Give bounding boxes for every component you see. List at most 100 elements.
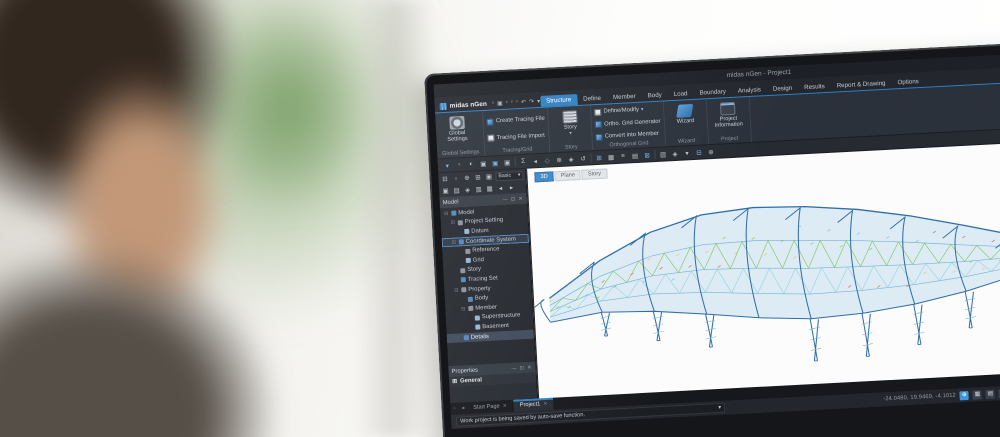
import-file-icon: [487, 134, 495, 143]
tab-design[interactable]: Design: [767, 82, 799, 95]
button-label: Wizard: [676, 117, 695, 125]
view-tab-story[interactable]: Story: [581, 168, 608, 180]
point-snap-icon[interactable]: ▤: [985, 389, 996, 399]
tab-member[interactable]: Member: [607, 91, 642, 104]
panel-toolbar-icon[interactable]: ◂: [496, 183, 506, 193]
define-modify-icon: [594, 108, 602, 116]
tab-report-drawing[interactable]: Report & Drawing: [830, 78, 891, 92]
save-icon[interactable]: ▫: [505, 100, 508, 107]
tab-results[interactable]: Results: [798, 81, 831, 94]
toolbar-icon[interactable]: ▦: [606, 152, 616, 162]
undo-icon[interactable]: ↶: [521, 99, 526, 106]
toolbar-icon[interactable]: ▫: [455, 160, 465, 170]
toolbar-icon[interactable]: ⊞: [594, 152, 604, 162]
print-icon[interactable]: ▫: [511, 99, 514, 106]
toolbar-icon[interactable]: ◈: [566, 154, 576, 164]
ribbon-group-wizard: Wizard Wizard: [663, 99, 709, 147]
close-icon[interactable]: ✕: [503, 403, 508, 409]
tab-structure[interactable]: Structure: [539, 94, 578, 107]
panel-toolbar-icon[interactable]: ▣: [441, 186, 451, 196]
status-message: Work project is being saved by auto-save…: [460, 412, 586, 425]
tab-label: Start Page: [473, 403, 500, 411]
toolbar-icon[interactable]: ▣: [490, 158, 500, 168]
toolbar-icon[interactable]: ⊟: [694, 147, 704, 157]
midas-logo-icon: [439, 102, 447, 111]
toolbar-icon[interactable]: ⊕: [554, 154, 564, 164]
quick-access-toolbar: ▫ ▣ ▫ ▫ ▫ ↶ ↷ ▾: [492, 98, 541, 110]
panel-pin-icons[interactable]: — ⊡ ✕: [502, 195, 523, 202]
plant-foliage-dark: [205, 0, 375, 210]
project-info-icon: [720, 101, 736, 116]
selection-set-dropdown[interactable]: Basic ▾: [495, 170, 524, 181]
panel-title: Properties: [451, 367, 479, 375]
panel-toolbar-icon[interactable]: ▤: [452, 185, 462, 195]
ortho-grid-generator-button[interactable]: Ortho. Grid Generator: [594, 118, 661, 129]
toolbar-icon[interactable]: ▾: [443, 160, 453, 170]
wizard-button[interactable]: Wizard: [667, 101, 705, 138]
project-information-button[interactable]: Project Information: [709, 99, 747, 136]
toolbar-icon[interactable]: ▣: [502, 157, 512, 167]
chevron-down-icon: ▾: [640, 106, 644, 113]
button-label: Global Settings: [447, 129, 468, 144]
gear-icon: [448, 115, 465, 130]
create-tracing-file-button[interactable]: Create Tracing File: [486, 115, 545, 126]
tracing-file-import-button[interactable]: Tracing File Import: [487, 132, 546, 143]
tab-define[interactable]: Define: [577, 92, 607, 105]
toolbar-icon[interactable]: ⊠: [642, 150, 652, 160]
story-icon: [561, 110, 578, 124]
wall-shadow: [355, 0, 435, 437]
panel-toolbar-icon[interactable]: ⊟: [440, 174, 450, 184]
toolbar-icon[interactable]: ▥: [658, 149, 668, 159]
toolbar-icon[interactable]: ◈: [670, 148, 680, 158]
panel-pin-icons[interactable]: — ⊡ ✕: [511, 364, 532, 371]
toolbar-icon[interactable]: ◇: [542, 155, 552, 165]
window-title: midas nGen - Project1: [726, 68, 792, 80]
tab-analysis[interactable]: Analysis: [732, 84, 768, 97]
panel-toolbar-icon[interactable]: ▦: [485, 183, 495, 193]
toolbar-icon[interactable]: ≡: [618, 151, 628, 161]
toolbar-icon[interactable]: ◐: [467, 159, 477, 169]
left-panel: ⊟ ▫ ⊕ ⊞ ▣ Basic ▾ ▣ ▤ ◈ ▥ ▦ ◂ ▸ Model — ⊡ ✕ ⊟ Model…: [438, 168, 539, 404]
toolbar-icon[interactable]: ▣: [479, 158, 489, 168]
tab-label: Project1: [519, 401, 541, 409]
toolbar-icon[interactable]: ◂: [530, 156, 540, 166]
new-file-icon[interactable]: ▫: [492, 100, 495, 107]
panel-toolbar-icon[interactable]: ⊞: [473, 172, 483, 182]
ribbon-group-project: Project Information Project: [706, 97, 752, 145]
panel-toolbar-icon[interactable]: ▣: [484, 172, 494, 182]
snap-globe-icon[interactable]: ⊕: [959, 390, 970, 400]
chevron-down-icon[interactable]: ▾: [718, 405, 721, 411]
property-group-label: General: [459, 377, 483, 385]
toolbar-icon[interactable]: ▾: [682, 148, 692, 158]
convert-member-icon: [595, 133, 604, 141]
close-icon[interactable]: ✕: [543, 401, 548, 407]
toolbar-icon[interactable]: Σ: [518, 156, 528, 166]
pin-icon[interactable]: ▫: [516, 99, 519, 106]
global-settings-button[interactable]: Global Settings: [438, 113, 476, 150]
redo-icon[interactable]: ↷: [529, 98, 534, 105]
story-button[interactable]: Story ▾: [551, 108, 589, 145]
panel-toolbar-icon[interactable]: ◈: [463, 185, 473, 195]
tab-load[interactable]: Load: [667, 88, 693, 100]
viewport-canvas[interactable]: 3D Plane Story: [526, 139, 1000, 399]
grid-snap-icon[interactable]: ▦: [972, 389, 983, 400]
panel-toolbar-icon[interactable]: ▸: [507, 182, 517, 192]
toolbar-icon[interactable]: ↺: [578, 153, 588, 163]
panel-toolbar-icon[interactable]: ▥: [474, 184, 484, 194]
chevron-down-icon: ▾: [517, 172, 521, 179]
ribbon-group-orthogonal-grid: Define/Modify ▾ Ortho. Grid Generator Co…: [591, 101, 666, 151]
tab-body[interactable]: Body: [641, 89, 668, 101]
expand-icon: ⊞: [451, 378, 458, 385]
view-tab-plane[interactable]: Plane: [554, 169, 582, 182]
panel-toolbar-icon[interactable]: ⊕: [462, 173, 472, 183]
toolbar-icon[interactable]: ▤: [630, 150, 640, 160]
chevron-down-icon: ▾: [569, 130, 573, 137]
toolbar-icon[interactable]: ⊕: [706, 146, 716, 156]
panel-toolbar-icon[interactable]: ▫: [451, 173, 461, 183]
person-shoulder: [0, 245, 280, 437]
view-tab-3d[interactable]: 3D: [534, 171, 554, 183]
open-file-icon[interactable]: ▣: [497, 100, 503, 107]
tab-options[interactable]: Options: [891, 76, 925, 89]
tab-boundary[interactable]: Boundary: [693, 86, 732, 99]
define-modify-button[interactable]: Define/Modify ▾: [594, 105, 660, 116]
